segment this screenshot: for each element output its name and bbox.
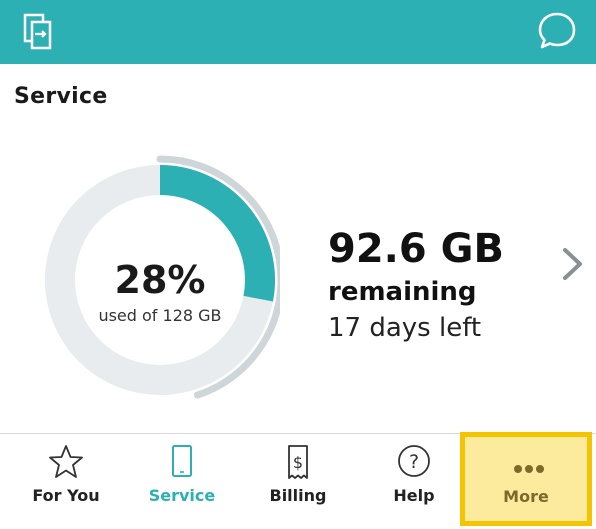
star-icon <box>49 445 83 478</box>
section-title: Service <box>14 84 108 109</box>
nav-item-service[interactable]: Service <box>124 434 240 529</box>
nav-item-for-you[interactable]: For You <box>8 434 124 529</box>
svg-text:$: $ <box>293 453 303 472</box>
nav-label: More <box>503 487 549 506</box>
bottom-navigation: For You Service $ Billing ? Help More <box>0 432 596 529</box>
question-circle-icon: ? <box>398 445 430 477</box>
nav-label: For You <box>32 486 100 505</box>
more-dots-icon <box>514 465 544 473</box>
nav-item-more[interactable]: More <box>460 432 592 526</box>
remaining-label: remaining <box>328 277 477 307</box>
chat-bubble-icon[interactable] <box>536 10 578 52</box>
usage-percent: 28% <box>114 258 206 302</box>
gauge-center: 28% used of 128 GB <box>80 260 240 325</box>
tablet-icon <box>172 445 192 477</box>
bill-dollar-icon: $ <box>288 445 308 479</box>
app-switch-icon[interactable] <box>18 12 58 52</box>
nav-item-help[interactable]: ? Help <box>356 434 472 529</box>
chevron-right-icon[interactable] <box>560 244 586 284</box>
nav-label: Service <box>148 486 216 505</box>
remaining-amount: 92.6 GB <box>328 226 504 272</box>
svg-text:?: ? <box>409 451 419 473</box>
nav-label: Help <box>393 486 435 505</box>
nav-label: Billing <box>269 486 327 505</box>
top-app-bar <box>0 0 596 64</box>
remaining-summary[interactable]: 92.6 GB remaining 17 days left <box>328 226 504 344</box>
usage-caption: used of 128 GB <box>98 306 222 325</box>
days-left: 17 days left <box>328 313 482 343</box>
nav-item-billing[interactable]: $ Billing <box>240 434 356 529</box>
